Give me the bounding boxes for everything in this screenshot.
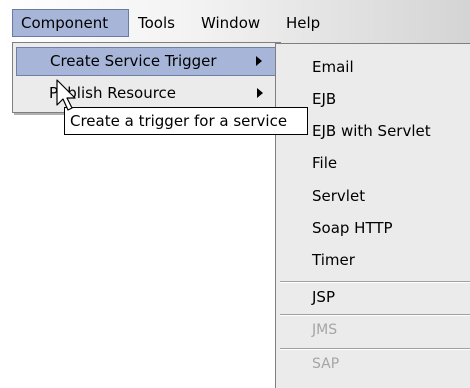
tooltip: Create a trigger for a service <box>64 107 308 135</box>
submenu-item-email[interactable]: Email <box>276 52 470 83</box>
submenu-item-jms: JMS <box>312 322 338 338</box>
menu-tools[interactable]: Tools <box>130 9 183 37</box>
menu-help[interactable]: Help <box>278 9 328 37</box>
submenu-item-jsp[interactable]: JSP <box>276 282 470 313</box>
menu-item-label: Create Service Trigger <box>50 52 217 70</box>
menu-bar: Component Tools Window Help <box>0 0 470 44</box>
submenu-item-timer[interactable]: Timer <box>276 245 470 276</box>
menu-window[interactable]: Window <box>193 9 268 37</box>
menu-component[interactable]: Component <box>12 9 129 37</box>
component-dropdown: Create Service Trigger Publish Resource <box>12 42 281 113</box>
chevron-right-icon <box>257 88 263 98</box>
menu-item-create-service-trigger[interactable]: Create Service Trigger <box>16 47 277 76</box>
submenu-item-servlet[interactable]: Servlet <box>276 181 470 212</box>
service-trigger-submenu: Email EJB EJB with Servlet File Servlet … <box>275 43 470 388</box>
submenu-item-file[interactable]: File <box>276 148 470 179</box>
submenu-item-soap-http[interactable]: Soap HTTP <box>276 213 470 244</box>
chevron-right-icon <box>256 56 262 66</box>
arrow-pointer-icon <box>56 79 76 111</box>
submenu-item-sap: SAP <box>312 356 340 372</box>
